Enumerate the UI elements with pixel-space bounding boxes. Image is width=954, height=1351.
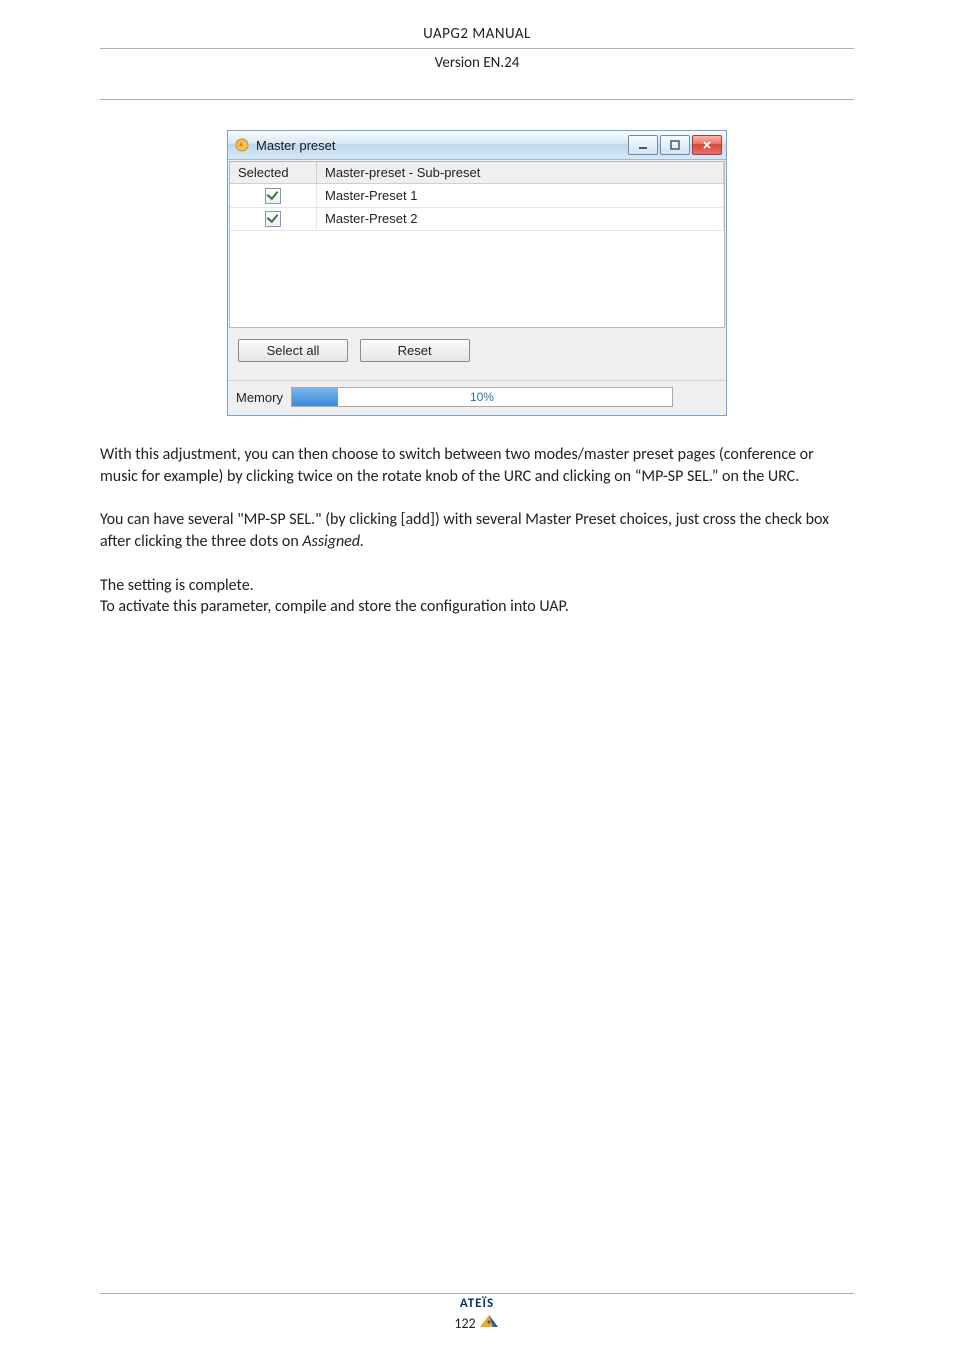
memory-progressbar: 10% [291, 387, 673, 407]
table-row[interactable]: Master-Preset 1 [230, 184, 724, 208]
body-paragraph-4: To activate this parameter, compile and … [100, 596, 854, 618]
minimize-button[interactable] [628, 135, 658, 155]
checkbox-icon[interactable] [265, 211, 281, 227]
preset-name-cell[interactable]: Master-Preset 2 [317, 207, 724, 231]
footer-brand: ATEÏS [100, 1296, 854, 1311]
dialog-body: Selected Master-preset - Sub-preset Mast… [228, 161, 726, 415]
window-buttons [628, 135, 722, 155]
preset-grid: Selected Master-preset - Sub-preset Mast… [229, 161, 725, 328]
body-paragraph-2b-italic: Assigned. [302, 532, 364, 551]
dialog-button-row: Select all Reset [228, 329, 726, 380]
maximize-button[interactable] [660, 135, 690, 155]
body-paragraph-3: The setting is complete. [100, 575, 854, 597]
page-footer: ATEÏS 122 [100, 1293, 854, 1333]
app-icon [234, 137, 250, 153]
column-header-selected[interactable]: Selected [230, 162, 317, 184]
table-row[interactable]: Master-Preset 2 [230, 207, 724, 231]
memory-progress-text: 10% [292, 388, 672, 406]
checkbox-icon[interactable] [265, 188, 281, 204]
dialog-title: Master preset [256, 138, 628, 153]
header-rule-1 [100, 48, 854, 49]
header-title: UAPG2 MANUAL [100, 22, 854, 46]
page-number: 122 [454, 1315, 475, 1332]
dialog-titlebar: Master preset [228, 131, 726, 160]
body-paragraph-1: With this adjustment, you can then choos… [100, 444, 854, 487]
body-paragraph-2a: You can have several "MP-SP SEL." (by cl… [100, 510, 829, 551]
footer-page-number: 122 [454, 1313, 499, 1333]
dialog-screenshot: Master preset [227, 130, 727, 416]
header-version: Version EN.24 [100, 51, 854, 75]
memory-label: Memory [236, 390, 283, 405]
header-rule-2 [100, 99, 854, 100]
select-all-button[interactable]: Select all [238, 339, 348, 362]
preset-name-cell[interactable]: Master-Preset 1 [317, 184, 724, 208]
body-paragraph-2: You can have several "MP-SP SEL." (by cl… [100, 509, 854, 552]
master-preset-dialog: Master preset [227, 130, 727, 416]
memory-row: Memory 10% [228, 380, 726, 415]
reset-button[interactable]: Reset [360, 339, 470, 362]
column-header-name[interactable]: Master-preset - Sub-preset [317, 162, 724, 184]
footer-logo-icon [478, 1313, 500, 1333]
page-header: UAPG2 MANUAL Version EN.24 [100, 22, 854, 100]
footer-rule [100, 1293, 854, 1294]
close-button[interactable] [692, 135, 722, 155]
